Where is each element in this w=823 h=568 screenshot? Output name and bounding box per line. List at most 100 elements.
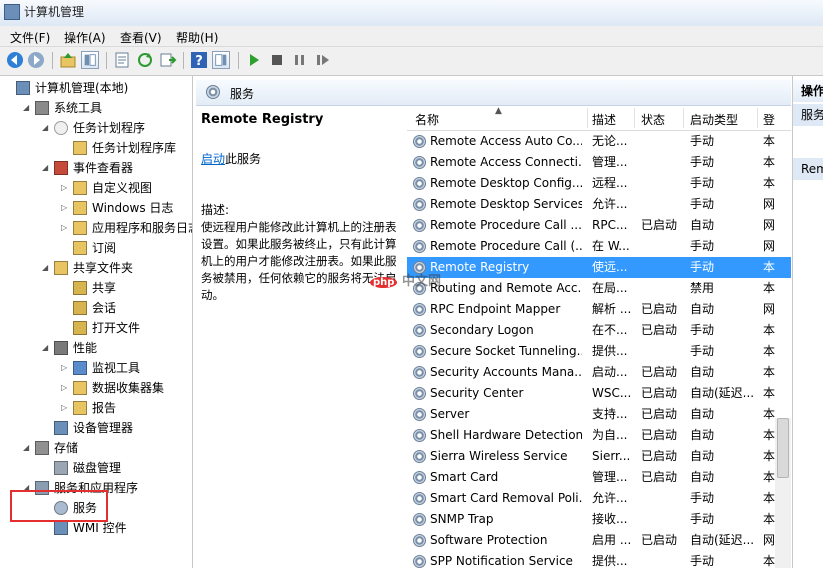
service-gear-icon: [413, 198, 426, 211]
show-hide-tree-icon[interactable]: [81, 51, 99, 69]
service-row[interactable]: SNMP Trap 接收... 手动本: [407, 509, 791, 530]
service-gear-icon: [413, 135, 426, 148]
expanded-arrow-icon[interactable]: ◢: [42, 163, 50, 173]
service-row[interactable]: Security Accounts Mana... 启动... 已启动 自动 本: [407, 362, 791, 383]
service-row[interactable]: Secure Socket Tunneling... 提供... 手动 本: [407, 341, 791, 362]
tree-node-label: 订阅: [92, 241, 117, 255]
tree-node[interactable]: 磁盘管理: [54, 458, 121, 478]
service-row[interactable]: Shell Hardware Detection 为自... 已启动 自动本: [407, 425, 791, 446]
tree-node[interactable]: 报告: [73, 398, 116, 418]
export-list-icon[interactable]: [159, 51, 177, 69]
back-icon[interactable]: [6, 51, 24, 69]
tree-node[interactable]: 计算机管理(本地): [16, 78, 128, 98]
show-hide-action-pane-icon[interactable]: [212, 51, 230, 69]
service-row[interactable]: Sierra Wireless Service Sierr... 已启动 自动本: [407, 446, 791, 467]
service-row[interactable]: Remote Desktop Config... 远程... 手动 本: [407, 173, 791, 194]
tree-node[interactable]: Windows 日志: [73, 198, 173, 218]
folder-icon: [73, 221, 87, 235]
collapsed-arrow-icon[interactable]: ▷: [61, 363, 69, 373]
service-row[interactable]: Server 支持... 已启动 自动本: [407, 404, 791, 425]
collapsed-arrow-icon[interactable]: ▷: [61, 223, 69, 233]
service-row[interactable]: Software Protection 启用 ... 已启动 自动(延迟... 网: [407, 530, 791, 551]
menu-view[interactable]: 查看(V): [120, 29, 162, 46]
tree-node-label: 设备管理器: [73, 421, 134, 435]
expanded-arrow-icon[interactable]: ◢: [42, 123, 50, 133]
service-row[interactable]: Remote Procedure Call ... RPC... 已启动 自动 网: [407, 215, 791, 236]
tree-node[interactable]: 任务计划程序: [54, 118, 145, 138]
tree-node[interactable]: 打开文件: [73, 318, 140, 338]
menu-action[interactable]: 操作(A): [64, 29, 106, 46]
performance-icon: [54, 341, 68, 355]
tree-node[interactable]: 数据收集器集: [73, 378, 164, 398]
properties-icon[interactable]: [113, 51, 131, 69]
service-startup: 手动: [690, 155, 715, 169]
start-service-link[interactable]: 启动: [201, 152, 225, 166]
tree-node[interactable]: 任务计划程序库: [73, 138, 176, 158]
column-name[interactable]: 名称: [415, 111, 439, 128]
tree-node[interactable]: 自定义视图: [73, 178, 152, 198]
tree-node[interactable]: 订阅: [73, 238, 116, 258]
pause-service-icon[interactable]: [291, 51, 309, 69]
service-status: 已启动: [641, 470, 678, 484]
service-row[interactable]: RPC Endpoint Mapper 解析 ... 已启动 自动 网: [407, 299, 791, 320]
service-status: 已启动: [641, 323, 678, 337]
menu-file[interactable]: 文件(F): [10, 29, 50, 46]
tree-node[interactable]: 监视工具: [73, 358, 140, 378]
tree-node[interactable]: 应用程序和服务日志: [73, 218, 193, 238]
service-row[interactable]: Smart Card 管理... 已启动 自动本: [407, 467, 791, 488]
service-row[interactable]: Security Center WSC... 已启动 自动(延迟... 本: [407, 383, 791, 404]
vertical-scrollbar[interactable]: [775, 418, 791, 568]
collapsed-arrow-icon[interactable]: ▷: [61, 403, 69, 413]
expanded-arrow-icon[interactable]: ◢: [42, 343, 50, 353]
help-icon[interactable]: ?: [190, 51, 208, 69]
service-desc: 管理...: [592, 470, 628, 484]
service-description-pane: Remote Registry 启动此服务 描述: 使远程用户能修改此计算机上的…: [196, 106, 402, 568]
collapsed-arrow-icon[interactable]: ▷: [61, 383, 69, 393]
column-startup-type[interactable]: 启动类型: [690, 111, 738, 128]
menu-help[interactable]: 帮助(H): [176, 29, 218, 46]
tree-node[interactable]: 会话: [73, 298, 116, 318]
up-folder-icon[interactable]: [59, 51, 77, 69]
refresh-icon[interactable]: [136, 51, 154, 69]
computer-management-icon: [4, 4, 20, 20]
column-description[interactable]: 描述: [592, 111, 616, 128]
service-row[interactable]: Secondary Logon 在不... 已启动 手动 本: [407, 320, 791, 341]
expanded-arrow-icon[interactable]: ◢: [23, 103, 31, 113]
service-row[interactable]: Routing and Remote Acc... 在局... 禁用 本: [407, 278, 791, 299]
tree-node-label: 应用程序和服务日志: [92, 221, 193, 235]
service-logon: 本: [763, 344, 776, 358]
collapsed-arrow-icon[interactable]: ▷: [61, 183, 69, 193]
service-row[interactable]: Remote Access Auto Co... 无论... 手动 本: [407, 131, 791, 152]
tree-node[interactable]: 事件查看器: [54, 158, 133, 178]
start-service-icon[interactable]: [245, 51, 263, 69]
restart-service-icon[interactable]: [314, 51, 332, 69]
stop-service-icon[interactable]: [268, 51, 286, 69]
service-gear-icon: [413, 492, 426, 505]
tree-node[interactable]: 共享: [73, 278, 116, 298]
service-row[interactable]: Smart Card Removal Poli... 允许... 手动本: [407, 488, 791, 509]
service-row[interactable]: Remote Registry 使远... 手动 本: [407, 257, 791, 278]
collapsed-arrow-icon[interactable]: ▷: [61, 203, 69, 213]
tree-node[interactable]: 性能: [54, 338, 97, 358]
tree-node[interactable]: 存储: [35, 438, 78, 458]
tree-node[interactable]: 系统工具: [35, 98, 102, 118]
column-status[interactable]: 状态: [641, 111, 665, 128]
actions-section-selected[interactable]: Rem: [793, 158, 823, 180]
service-row[interactable]: Remote Desktop Services 允许... 手动 网: [407, 194, 791, 215]
expanded-arrow-icon[interactable]: ◢: [42, 263, 50, 273]
scrollbar-thumb[interactable]: [777, 418, 789, 478]
service-row[interactable]: SPP Notification Service 提供... 手动本: [407, 551, 791, 568]
actions-section-services[interactable]: 服务: [793, 104, 823, 126]
tree-node[interactable]: 共享文件夹: [54, 258, 133, 278]
service-name: Remote Registry: [430, 260, 530, 274]
event-viewer-icon: [54, 161, 68, 175]
tree-node[interactable]: 设备管理器: [54, 418, 133, 438]
expanded-arrow-icon[interactable]: ◢: [23, 443, 31, 453]
service-row[interactable]: Remote Access Connecti... 管理... 手动 本: [407, 152, 791, 173]
service-name: Secure Socket Tunneling...: [430, 344, 582, 358]
service-row[interactable]: Remote Procedure Call (... 在 W... 手动 网: [407, 236, 791, 257]
list-header: ▲ 名称 描述 状态 启动类型 登: [407, 106, 791, 131]
column-logon-as[interactable]: 登: [763, 111, 775, 128]
forward-icon[interactable]: [27, 51, 45, 69]
service-desc: Sierr...: [592, 449, 631, 463]
